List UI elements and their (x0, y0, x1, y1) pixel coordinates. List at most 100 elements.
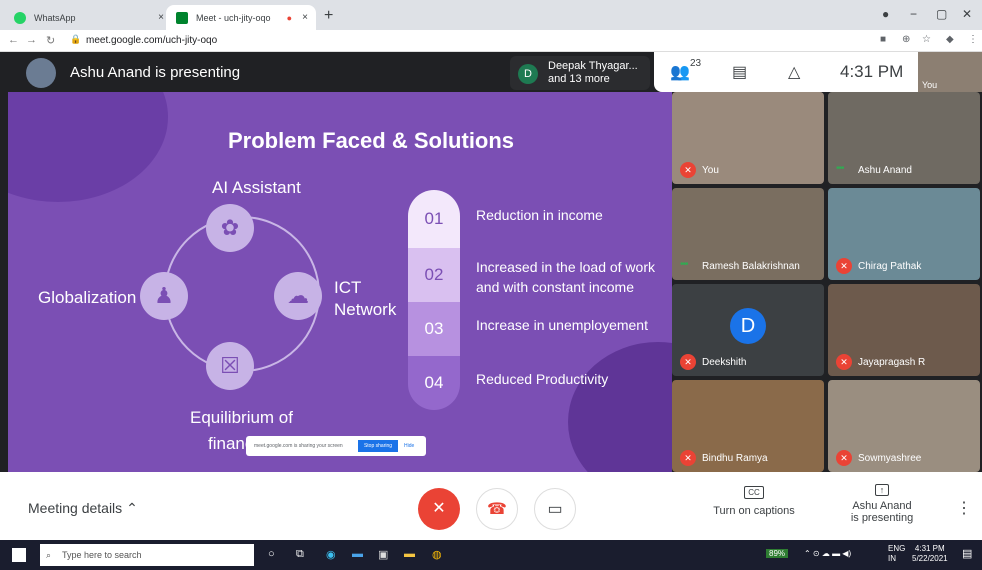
tile-bindhu[interactable]: ✕ Bindhu Ramya (672, 380, 824, 472)
edge-icon[interactable]: ◉ (326, 548, 336, 561)
language-indicator[interactable]: ENG IN (888, 544, 905, 564)
tab-meet[interactable]: Meet - uch-jity-oqo ● × (166, 5, 316, 30)
label-equilibrium: Equilibrium of (190, 408, 293, 427)
more-options-icon[interactable]: ⋮ (956, 498, 972, 518)
close-tab-icon[interactable]: × (158, 12, 164, 23)
new-tab-button[interactable]: + (324, 7, 333, 25)
participant-name: Deekshith (702, 357, 747, 368)
presenter-avatar (26, 58, 56, 88)
reload-icon[interactable]: ↻ (46, 34, 55, 47)
tile-you[interactable]: ✕ You (672, 92, 824, 184)
hide-button[interactable]: Hide (404, 443, 414, 449)
meet-control-bar: Meeting details ⌃ ✕ ☎ ▭ CC Turn on capti… (0, 472, 982, 540)
people-icon[interactable]: 👥 (670, 62, 690, 82)
address-bar: ← → ↻ 🔒 meet.google.com/uch-jity-oqo ■ ⊕… (0, 30, 982, 52)
participant-name: Ramesh Balakrishnan (702, 261, 800, 272)
cortana-icon[interactable]: ○ (268, 548, 275, 560)
close-window-button[interactable]: ✕ (962, 7, 972, 21)
leave-call-button[interactable]: ☎ (476, 488, 518, 530)
minimize-button[interactable]: − (910, 7, 917, 21)
chat-icon[interactable]: ▤ (732, 62, 747, 82)
tile-deekshith[interactable]: D ✕ Deekshith (672, 284, 824, 376)
forward-icon[interactable]: → (26, 34, 37, 46)
notifications-icon[interactable]: ▤ (962, 547, 972, 560)
tile-ramesh[interactable]: ••• Ramesh Balakrishnan (672, 188, 824, 280)
camera-indicator-icon[interactable]: ■ (880, 34, 886, 45)
bookmark-star-icon[interactable]: ☆ (922, 34, 931, 45)
mic-off-icon: ✕ (836, 354, 852, 370)
back-icon[interactable]: ← (8, 34, 19, 46)
menu-dots-icon[interactable]: ⋮ (968, 34, 978, 45)
taskbar-clock[interactable]: 4:31 PM 5/22/2021 (912, 544, 948, 564)
present-icon: ↑ (874, 484, 890, 496)
mic-off-icon: ✕ (836, 450, 852, 466)
captions-icon: CC (744, 486, 764, 499)
number-01: 01 (408, 190, 460, 248)
mic-off-icon: ✕ (836, 258, 852, 274)
tray-icons[interactable]: ⌃ ⊙ ☁ ▬ ◀) (804, 549, 851, 558)
tile-chirag[interactable]: ✕ Chirag Pathak (828, 188, 980, 280)
decor-blob (8, 92, 168, 202)
chip-text: Deepak Thyagar... and 13 more (548, 60, 638, 85)
close-tab-icon[interactable]: × (302, 12, 308, 23)
meet-top-controls: 👥 23 ▤ △ 4:31 PM You (654, 52, 982, 92)
participants-chip[interactable]: D Deepak Thyagar... and 13 more (510, 56, 650, 90)
lock-icon: 🔒 (70, 34, 82, 44)
item-3: Increase in unemployement (476, 317, 648, 333)
url-field[interactable]: meet.google.com/uch-jity-oqo (86, 35, 217, 46)
self-view[interactable]: You (918, 52, 982, 92)
participant-name: You (702, 165, 719, 176)
tab-title: Meet - uch-jity-oqo (196, 12, 271, 23)
activities-icon[interactable]: △ (788, 62, 800, 82)
recording-dot-icon: ● (286, 12, 292, 23)
account-icon[interactable]: ● (882, 7, 889, 21)
camera-icon: ▭ (547, 501, 563, 518)
captions-button[interactable]: CC Turn on captions (708, 486, 800, 517)
person-icon: ♟ (140, 272, 188, 320)
tab-whatsapp[interactable]: WhatsApp × (4, 5, 172, 30)
item-4: Reduced Productivity (476, 371, 609, 387)
zoom-icon[interactable]: ⊕ (902, 34, 910, 45)
chip-avatar: D (518, 64, 538, 84)
presenting-bar: Ashu Anand is presenting D Deepak Thyaga… (0, 52, 658, 92)
tile-ashu-anand[interactable]: ••• Ashu Anand (828, 92, 980, 184)
speaking-indicator-icon: ••• (680, 259, 688, 270)
mic-off-icon: ✕ (432, 500, 446, 517)
store-icon[interactable]: ▣ (378, 548, 388, 561)
search-placeholder: Type here to search (62, 550, 142, 560)
tile-jayapragash[interactable]: ✕ Jayapragash R (828, 284, 980, 376)
participant-name: Chirag Pathak (858, 261, 922, 272)
extension-icon[interactable]: ◆ (946, 34, 954, 45)
tile-sowmyashree[interactable]: ✕ Sowmyashree (828, 380, 980, 472)
mail-icon[interactable]: ▬ (352, 548, 363, 560)
stop-sharing-button[interactable]: Stop sharing (358, 440, 398, 452)
meet-icon (176, 11, 188, 24)
cloud-icon: ☁ (274, 272, 322, 320)
participant-avatar: D (730, 308, 766, 344)
item-2b: and with constant income (476, 279, 634, 295)
participant-grid: ✕ You ••• Ashu Anand ••• Ramesh Balakris… (672, 92, 982, 474)
hang-up-icon: ☎ (487, 501, 507, 518)
file-explorer-icon[interactable]: ▬ (404, 548, 415, 560)
meet-area: Ashu Anand is presenting D Deepak Thyaga… (0, 52, 982, 482)
decor-blob (568, 342, 672, 474)
presenting-button[interactable]: ↑ Ashu Anand is presenting (836, 484, 928, 524)
meeting-clock: 4:31 PM (840, 62, 904, 81)
battery-indicator[interactable]: 89% (766, 549, 789, 558)
item-1: Reduction in income (476, 207, 603, 223)
camera-toggle-button[interactable]: ▭ (534, 488, 576, 530)
maximize-button[interactable]: ▢ (936, 7, 947, 21)
chrome-icon[interactable]: ◍ (432, 548, 442, 561)
windows-start-icon[interactable] (12, 548, 26, 562)
presenting-title: Ashu Anand is presenting (70, 64, 241, 81)
meeting-details-button[interactable]: Meeting details ⌃ (28, 500, 138, 517)
chevron-up-icon: ⌃ (126, 500, 138, 516)
item-2a: Increased in the load of work (476, 259, 655, 275)
whatsapp-icon (14, 11, 26, 24)
paw-icon: ✿ (206, 204, 254, 252)
mic-toggle-button[interactable]: ✕ (418, 488, 460, 530)
task-view-icon[interactable]: ⧉ (296, 548, 304, 561)
participant-name: Bindhu Ramya (702, 453, 768, 464)
taskbar-search[interactable]: ⌕ Type here to search (40, 544, 254, 566)
mic-off-icon: ✕ (680, 162, 696, 178)
